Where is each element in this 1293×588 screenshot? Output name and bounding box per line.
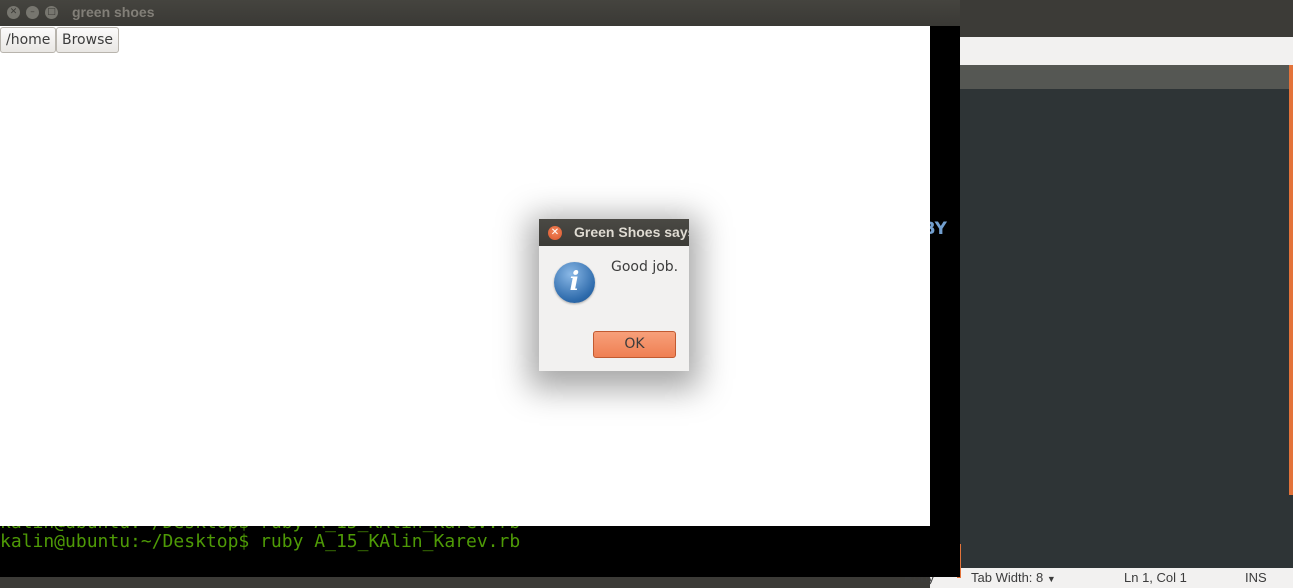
tab-width-label: Tab Width: 8	[971, 570, 1044, 585]
editor-scrollbar[interactable]	[1289, 65, 1293, 495]
terminal-command-line: kalin@ubuntu:~/Desktop$ ruby A_15_KAlin_…	[0, 531, 521, 552]
green-shoes-content: /home Browse	[0, 26, 930, 526]
editor-titlebar	[930, 0, 1293, 37]
tab-width-selector[interactable]: Tab Width: 8 ▼	[971, 570, 1056, 585]
minimize-icon[interactable]: –	[26, 6, 39, 19]
ok-button[interactable]: OK	[593, 331, 676, 358]
browse-button[interactable]: Browse	[56, 27, 119, 53]
green-shoes-titlebar[interactable]: ✕ – □ green shoes	[0, 0, 960, 26]
editor-toolbar	[930, 37, 1293, 65]
window-title: green shoes	[72, 4, 155, 20]
editor-statusbar: Ruby Tab Width: 8 ▼ Ln 1, Col 1 INS	[904, 568, 1293, 588]
home-button[interactable]: /home	[0, 27, 57, 53]
editor-tab-strip[interactable]	[930, 65, 1293, 89]
close-icon[interactable]: ✕	[548, 226, 562, 240]
insert-mode: INS	[1245, 570, 1267, 585]
maximize-icon[interactable]: □	[45, 6, 58, 19]
editor-text-area[interactable]	[930, 89, 1293, 564]
close-icon[interactable]: ✕	[7, 6, 20, 19]
chevron-down-icon: ▼	[1046, 574, 1056, 584]
alert-dialog: ✕ Green Shoes says: i Good job. OK	[539, 219, 689, 371]
dialog-message: Good job.	[611, 259, 679, 275]
cursor-position: Ln 1, Col 1	[1124, 570, 1187, 585]
dialog-titlebar[interactable]: ✕ Green Shoes says:	[539, 219, 689, 246]
dialog-title: Green Shoes says:	[574, 224, 689, 240]
editor-window: Ruby Tab Width: 8 ▼ Ln 1, Col 1 INS	[904, 0, 1293, 588]
info-icon: i	[554, 262, 595, 303]
